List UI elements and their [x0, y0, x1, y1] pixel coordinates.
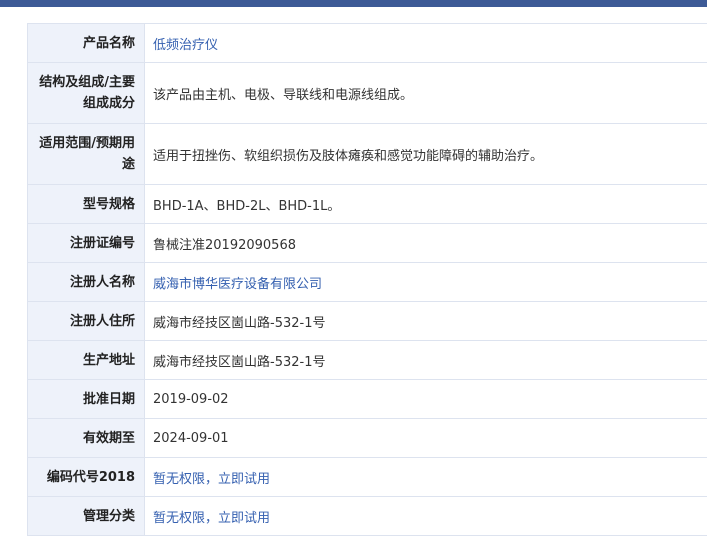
top-accent-bar: [0, 0, 707, 7]
value-product-name-link[interactable]: 低频治疗仪: [145, 24, 707, 62]
value-code-2018-trial-link[interactable]: 暂无权限，立即试用: [145, 458, 707, 496]
label-valid-until: 有效期至: [28, 419, 145, 457]
label-code-2018: 编码代号2018: [28, 458, 145, 496]
row-reg-no: 注册证编号 鲁械注准20192090568: [28, 224, 707, 263]
label-structure: 结构及组成/主要组成成分: [28, 63, 145, 123]
row-product-name: 产品名称 低频治疗仪: [28, 24, 707, 63]
row-structure: 结构及组成/主要组成成分 该产品由主机、电极、导联线和电源线组成。: [28, 63, 707, 124]
row-valid-until: 有效期至 2024-09-01: [28, 419, 707, 458]
value-classification-trial-link[interactable]: 暂无权限，立即试用: [145, 497, 707, 535]
label-model: 型号规格: [28, 185, 145, 223]
row-approval-date: 批准日期 2019-09-02: [28, 380, 707, 419]
value-valid-until: 2024-09-01: [153, 430, 229, 446]
value-registrant-link[interactable]: 威海市博华医疗设备有限公司: [145, 263, 707, 301]
product-info-table: 产品名称 低频治疗仪 结构及组成/主要组成成分 该产品由主机、电极、导联线和电源…: [27, 23, 707, 536]
row-scope: 适用范围/预期用途 适用于扭挫伤、软组织损伤及肢体瘫痪和感觉功能障碍的辅助治疗。: [28, 124, 707, 185]
label-production-address: 生产地址: [28, 341, 145, 379]
row-model: 型号规格 BHD-1A、BHD-2L、BHD-1L。: [28, 185, 707, 224]
row-registrant-address: 注册人住所 威海市经技区崮山路-532-1号: [28, 302, 707, 341]
value-model: BHD-1A、BHD-2L、BHD-1L。: [153, 198, 341, 214]
label-scope: 适用范围/预期用途: [28, 124, 145, 184]
label-classification: 管理分类: [28, 497, 145, 535]
value-scope: 适用于扭挫伤、软组织损伤及肢体瘫痪和感觉功能障碍的辅助治疗。: [153, 148, 544, 164]
row-production-address: 生产地址 威海市经技区崮山路-532-1号: [28, 341, 707, 380]
row-classification: 管理分类 暂无权限，立即试用: [28, 497, 707, 536]
value-registrant-address: 威海市经技区崮山路-532-1号: [153, 315, 326, 331]
label-approval-date: 批准日期: [28, 380, 145, 418]
row-code-2018: 编码代号2018 暂无权限，立即试用: [28, 458, 707, 497]
row-registrant: 注册人名称 威海市博华医疗设备有限公司: [28, 263, 707, 302]
label-registrant: 注册人名称: [28, 263, 145, 301]
value-structure: 该产品由主机、电极、导联线和电源线组成。: [153, 87, 414, 103]
value-reg-no: 鲁械注准20192090568: [153, 237, 296, 253]
value-approval-date: 2019-09-02: [153, 391, 229, 407]
label-product-name: 产品名称: [28, 24, 145, 62]
value-production-address: 威海市经技区崮山路-532-1号: [153, 354, 326, 370]
label-registrant-address: 注册人住所: [28, 302, 145, 340]
label-reg-no: 注册证编号: [28, 224, 145, 262]
